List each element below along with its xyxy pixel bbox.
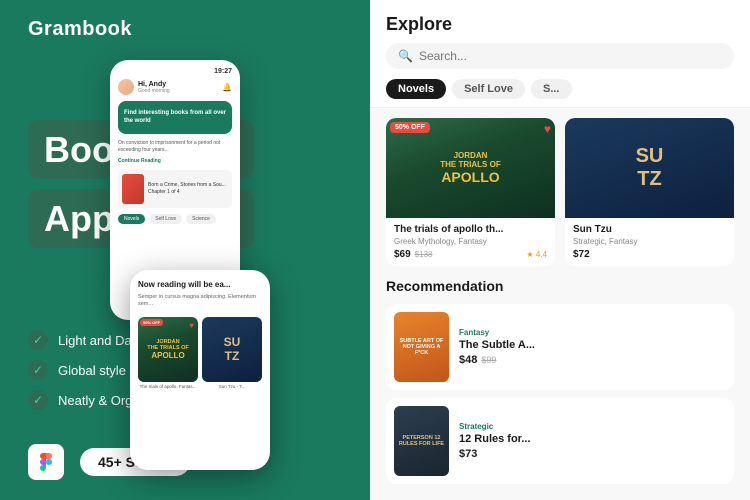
content-area: 50% OFF ♥ JORDANTHE TRIALS OFAPOLLO The … — [370, 108, 750, 488]
book-thumb — [122, 174, 144, 204]
apollo-price-row: $69 $138 ★ 4.4 — [394, 249, 547, 260]
suntzu-card-right[interactable]: SUTZ Sun Tzu Strategic, Fantasy $72 — [565, 118, 734, 266]
rec-category-1: Fantasy — [459, 328, 726, 337]
rec-info-1: Fantasy The Subtle A... $48 $99 — [459, 328, 726, 366]
suntzu-book-card: SUTZ Sun Tzu - T... — [202, 317, 262, 389]
rec-price-new-2: $73 — [459, 448, 477, 460]
rules-cover: PETERSON 12 RULES FOR LIFE — [394, 406, 449, 476]
rec-item-2[interactable]: PETERSON 12 RULES FOR LIFE Strategic 12 … — [386, 398, 734, 484]
tab-selflove-right[interactable]: Self Love — [452, 79, 525, 99]
suntzu-label: Sun Tzu - T... — [202, 384, 262, 389]
rec-price-new-1: $48 — [459, 354, 477, 366]
search-icon: 🔍 — [398, 49, 413, 63]
rec-title-1: The Subtle A... — [459, 339, 726, 351]
bell-icon: 🔔 — [222, 83, 232, 92]
rec-price-row-2: $73 — [459, 448, 726, 460]
apollo-book-cover: 50% OFF JORDANTHE TRIALS OFAPOLLO ♥ — [138, 317, 198, 382]
book-grid: 50% OFF ♥ JORDANTHE TRIALS OFAPOLLO The … — [386, 118, 734, 266]
book-chapter: Chapter 1 of 4 — [148, 189, 226, 196]
apollo-price-new: $69 — [394, 249, 411, 260]
apollo-info-right: The trials of apollo th... Greek Mytholo… — [386, 218, 555, 266]
rules-cover-text: PETERSON 12 RULES FOR LIFE — [398, 435, 445, 447]
greeting-row: Hi, Andy Good morning 🔔 — [118, 79, 232, 95]
tab-novels[interactable]: Novels — [118, 214, 145, 224]
discount-tag: 50% OFF — [140, 319, 163, 326]
tab-novels-right[interactable]: Novels — [386, 79, 446, 99]
book-row: Born a Crime, Stories from a Sou... Chap… — [118, 170, 232, 208]
heart-icon: ♥ — [189, 321, 194, 330]
rec-price-row-1: $48 $99 — [459, 354, 726, 366]
suntzu-info-right: Sun Tzu Strategic, Fantasy $72 — [565, 218, 734, 266]
avatar-sm — [118, 79, 134, 95]
subtle-cover-text: SUBTLE ART OF NOT GIVING A F*CK — [398, 338, 445, 356]
reading-title: Now reading will be ea... — [138, 280, 262, 290]
books-row-bottom: 50% OFF JORDANTHE TRIALS OFAPOLLO ♥ The … — [138, 317, 262, 389]
rec-price-old-1: $99 — [481, 355, 496, 365]
suntzu-price-new: $72 — [573, 249, 590, 260]
suntzu-title-right: Sun Tzu — [573, 224, 726, 235]
apollo-card-right[interactable]: 50% OFF ♥ JORDANTHE TRIALS OFAPOLLO The … — [386, 118, 555, 266]
suntzu-genre-right: Strategic, Fantasy — [573, 237, 726, 246]
suntzu-price-row: $72 — [573, 249, 726, 260]
recommendation-title: Recommendation — [386, 278, 734, 294]
suntzu-cover-right: SUTZ — [565, 118, 734, 218]
check-icon-3: ✓ — [28, 390, 48, 410]
tab-selflove[interactable]: Self Love — [149, 214, 182, 224]
book-title: Born a Crime, Stories from a Sou... — [148, 182, 226, 189]
phone-bottom-mockup: Now reading will be ea... Semper in curs… — [130, 270, 270, 470]
reading-sub: Semper in cursus magna adipiscing. Eleme… — [138, 294, 262, 309]
tab-science[interactable]: Science — [186, 214, 216, 224]
phone-excerpt: On conviction to imprisonment for a peri… — [118, 140, 232, 154]
continue-reading[interactable]: Continue Reading — [118, 158, 232, 164]
figma-icon — [28, 444, 64, 480]
explore-title: Explore — [386, 14, 734, 35]
check-icon-1: ✓ — [28, 330, 48, 350]
heart-icon-right: ♥ — [544, 122, 551, 136]
left-panel: Grambook Book Store App UI Kits ✓ Light … — [0, 0, 370, 500]
rec-info-2: Strategic 12 Rules for... $73 — [459, 422, 726, 460]
search-bar[interactable]: 🔍 — [386, 43, 734, 69]
app-logo: Grambook — [28, 18, 132, 41]
phone-banner: Find interesting books from all over the… — [118, 101, 232, 134]
rec-item-1[interactable]: SUBTLE ART OF NOT GIVING A F*CK Fantasy … — [386, 304, 734, 390]
apollo-book-card: 50% OFF JORDANTHE TRIALS OFAPOLLO ♥ The … — [138, 317, 198, 389]
search-input[interactable] — [419, 49, 722, 63]
apollo-genre-right: Greek Mythology, Fantasy — [394, 237, 547, 246]
suntzu-book-cover: SUTZ — [202, 317, 262, 382]
apollo-price-old: $138 — [415, 250, 433, 259]
tab-more-right[interactable]: S... — [531, 79, 572, 99]
subtle-cover: SUBTLE ART OF NOT GIVING A F*CK — [394, 312, 449, 382]
right-panel: Explore 🔍 Novels Self Love S... 50% OFF … — [370, 0, 750, 500]
discount-tag-right: 50% OFF — [390, 122, 430, 133]
apollo-cover-right: 50% OFF ♥ JORDANTHE TRIALS OFAPOLLO — [386, 118, 555, 218]
filter-tabs: Novels Self Love S... — [386, 79, 734, 99]
apollo-title-right: The trials of apollo th... — [394, 224, 547, 235]
greeting-text: Hi, Andy — [138, 81, 170, 88]
rec-title-2: 12 Rules for... — [459, 433, 726, 445]
rec-category-2: Strategic — [459, 422, 726, 431]
phone-time: 19:27 — [118, 68, 232, 75]
greeting-sub: Good morning — [138, 88, 170, 94]
phone-tabs: Novels Self Love Science — [118, 214, 232, 224]
apollo-label: The trials of apollo, Fantas... — [138, 384, 198, 389]
apollo-rating: ★ 4.4 — [526, 250, 547, 259]
explore-header: Explore 🔍 Novels Self Love S... — [370, 0, 750, 108]
check-icon-2: ✓ — [28, 360, 48, 380]
